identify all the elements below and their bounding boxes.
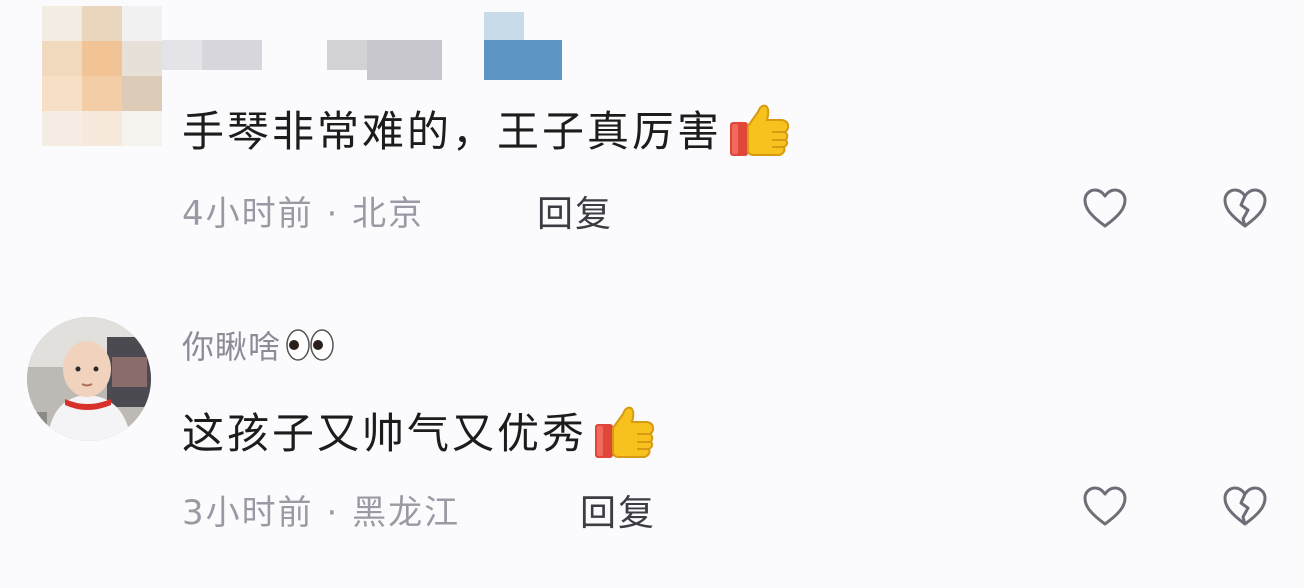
thumbs-up-icon bbox=[728, 100, 792, 170]
comment-meta: 4小时前 · 北京 bbox=[182, 194, 425, 234]
avatar[interactable] bbox=[42, 6, 162, 146]
broken-heart-icon[interactable] bbox=[1220, 184, 1270, 234]
username[interactable]: 你瞅啥 bbox=[182, 322, 335, 370]
username[interactable] bbox=[162, 10, 572, 80]
eyes-icon bbox=[285, 328, 335, 370]
broken-heart-icon[interactable] bbox=[1220, 482, 1270, 532]
heart-icon[interactable] bbox=[1080, 482, 1130, 532]
reply-button[interactable]: 回复 bbox=[580, 484, 656, 536]
reply-button[interactable]: 回复 bbox=[537, 185, 613, 237]
thumbs-up-icon bbox=[593, 402, 657, 472]
comment-meta: 3小时前 · 黑龙江 bbox=[182, 493, 461, 533]
comment-text: 手琴非常难的，王子真厉害 bbox=[182, 98, 792, 170]
comment-item: 你瞅啥 这孩子又帅气又优秀 3小时前 · 黑龙江 回复 bbox=[0, 300, 1304, 570]
comment-item: 手琴非常难的，王子真厉害 4小时前 · 北京 回复 bbox=[0, 0, 1304, 270]
avatar[interactable] bbox=[27, 317, 151, 441]
heart-icon[interactable] bbox=[1080, 184, 1130, 234]
comment-text: 这孩子又帅气又优秀 bbox=[182, 400, 657, 472]
